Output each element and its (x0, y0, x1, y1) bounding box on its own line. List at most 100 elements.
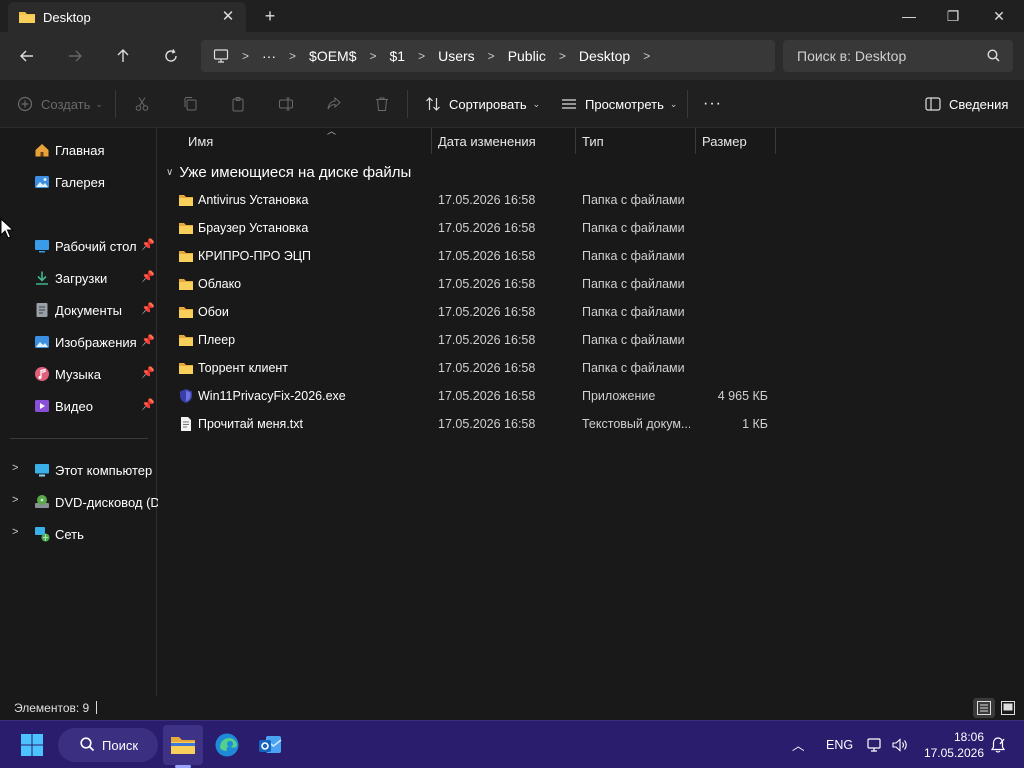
folder-icon (178, 332, 194, 348)
column-header-date[interactable]: Дата изменения (432, 128, 576, 154)
chevron-right-icon[interactable]: > (12, 526, 18, 538)
more-options-button[interactable]: ··· (703, 92, 722, 116)
pin-icon[interactable]: 📌 (141, 366, 155, 379)
chevron-down-icon: ⌄ (95, 98, 103, 109)
file-date: 17.05.2026 16:58 (438, 277, 536, 291)
taskbar-file-explorer[interactable] (163, 725, 203, 765)
refresh-button[interactable] (159, 44, 183, 68)
sidebar-item-this-pc[interactable]: > Этот компьютер (0, 456, 157, 484)
column-header-name[interactable]: ︿ Имя (182, 126, 432, 154)
rename-icon[interactable] (276, 94, 296, 114)
chevron-right-icon[interactable]: > (12, 462, 18, 474)
network-status-icon[interactable] (866, 737, 884, 753)
maximize-button[interactable]: ❐ (930, 0, 976, 32)
forward-button[interactable] (63, 44, 87, 68)
volume-icon[interactable] (891, 737, 909, 753)
up-button[interactable] (111, 44, 135, 68)
minimize-button[interactable]: — (886, 0, 932, 32)
breadcrumb-item[interactable]: $OEM$ (309, 48, 356, 64)
sidebar-item-pictures[interactable]: Изображения 📌 (0, 328, 157, 356)
file-name: Торрент клиент (198, 361, 289, 375)
sidebar-item-dvd-drive[interactable]: > DVD-дисковод (D:) (0, 488, 168, 516)
column-header-type[interactable]: Тип (576, 128, 696, 154)
pin-icon[interactable]: 📌 (141, 334, 155, 347)
paste-icon[interactable] (228, 94, 248, 114)
details-view-button[interactable] (973, 698, 995, 718)
details-button[interactable]: Сведения (925, 92, 1008, 116)
sidebar-item-downloads[interactable]: Загрузки 📌 (0, 264, 157, 292)
create-button[interactable]: Создать ⌄ (17, 92, 103, 116)
copy-icon[interactable] (180, 94, 200, 114)
file-date: 17.05.2026 16:58 (438, 249, 536, 263)
taskbar-outlook[interactable] (250, 725, 290, 765)
file-row[interactable]: Прочитай меня.txt 17.05.2026 16:58 Текстов… (158, 410, 774, 438)
sort-button[interactable]: Сортировать ⌄ (425, 92, 540, 116)
file-row[interactable]: КРИПРО-ПРО ЭЦП 17.05.2026 16:58 Папка с фа… (158, 242, 774, 270)
breadcrumb-item[interactable]: Users (438, 48, 475, 64)
sidebar-item-gallery[interactable]: Галерея (0, 168, 157, 196)
pin-icon[interactable]: 📌 (141, 398, 155, 411)
taskbar-search-button[interactable]: Поиск (58, 728, 158, 762)
file-name: Облако (198, 277, 242, 291)
new-tab-button[interactable]: + (258, 5, 282, 27)
share-icon[interactable] (324, 94, 344, 114)
file-row[interactable]: Торрент клиент 17.05.2026 16:58 Папка с фа… (158, 354, 774, 382)
chevron-right-icon[interactable]: > (643, 49, 650, 63)
chevron-up-icon[interactable]: ︿ (792, 735, 805, 754)
back-button[interactable] (15, 44, 39, 68)
search-icon[interactable] (987, 49, 1000, 62)
windows-logo-icon (21, 734, 43, 756)
file-date: 17.05.2026 16:58 (438, 389, 536, 403)
tab-desktop[interactable]: Desktop ✕ (8, 2, 246, 32)
notification-bell-icon[interactable] (989, 736, 1007, 754)
file-row[interactable]: Обои 17.05.2026 16:58 Папка с файлами (158, 298, 774, 326)
view-button[interactable]: Просмотреть ⌄ (561, 92, 677, 116)
delete-icon[interactable] (372, 94, 392, 114)
file-row[interactable]: Браузер Установка 17.05.2026 16:58 Папка с… (158, 214, 774, 242)
file-name: Win11PrivacyFix-2026.exe (198, 389, 346, 403)
view-list-icon (562, 99, 576, 109)
file-type: Текстовый докум... (582, 417, 690, 431)
file-row[interactable]: Win11PrivacyFix-2026.exe 17.05.2026 16:58… (158, 382, 774, 410)
close-window-button[interactable]: ✕ (976, 0, 1022, 32)
edge-browser-icon (215, 733, 239, 757)
taskbar-clock[interactable]: 18:06 17.05.2026 (920, 729, 984, 761)
taskbar-edge[interactable] (207, 725, 247, 765)
search-input[interactable] (783, 40, 1013, 72)
breadcrumb-item[interactable]: Public (508, 48, 546, 64)
pin-icon[interactable]: 📌 (141, 302, 155, 315)
pin-icon[interactable]: 📌 (141, 238, 155, 251)
chevron-down-icon: ⌄ (669, 98, 678, 109)
status-bar: Элементов: 9 (0, 696, 1024, 720)
file-row[interactable]: Плеер 17.05.2026 16:58 Папка с файлами (158, 326, 774, 354)
start-button[interactable] (12, 725, 52, 765)
sidebar-item-network[interactable]: > Сеть (0, 520, 157, 548)
chevron-right-icon[interactable]: > (12, 494, 18, 506)
computer-icon (213, 49, 229, 63)
arrow-up-icon (117, 49, 129, 62)
cut-icon[interactable] (132, 94, 152, 114)
breadcrumb-ellipsis[interactable]: ··· (262, 48, 276, 64)
column-header-size[interactable]: Размер (696, 128, 776, 154)
sidebar-item-documents[interactable]: Документы 📌 (0, 296, 157, 324)
sidebar-item-home[interactable]: Главная (0, 136, 157, 164)
file-type: Папка с файлами (582, 333, 685, 347)
group-header[interactable]: ∨ Уже имеющиеся на диске файлы (166, 164, 411, 181)
create-label: Создать (41, 96, 91, 112)
breadcrumb[interactable]: > ··· > $OEM$ > $1 > Users > Public > De… (201, 40, 775, 72)
tiles-view-button[interactable] (997, 698, 1019, 718)
sidebar-item-music[interactable]: Музыка 📌 (0, 360, 157, 388)
folder-icon (171, 737, 195, 754)
pin-icon[interactable]: 📌 (141, 270, 155, 283)
close-tab-icon[interactable]: ✕ (218, 7, 238, 27)
file-row[interactable]: Antivirus Установка 17.05.2026 16:58 Папка… (158, 186, 774, 214)
input-language[interactable]: ENG (826, 738, 853, 752)
chevron-right-icon: > (289, 49, 297, 63)
sidebar-item-desktop[interactable]: Рабочий стол 📌 (0, 232, 157, 260)
tiles-view-icon (1001, 701, 1015, 715)
file-row[interactable]: Облако 17.05.2026 16:58 Папка с файлами (158, 270, 774, 298)
sidebar-item-videos[interactable]: Видео 📌 (0, 392, 157, 420)
breadcrumb-item[interactable]: Desktop (579, 48, 630, 64)
sidebar-item-label: Главная (55, 143, 105, 158)
breadcrumb-item[interactable]: $1 (390, 48, 406, 64)
